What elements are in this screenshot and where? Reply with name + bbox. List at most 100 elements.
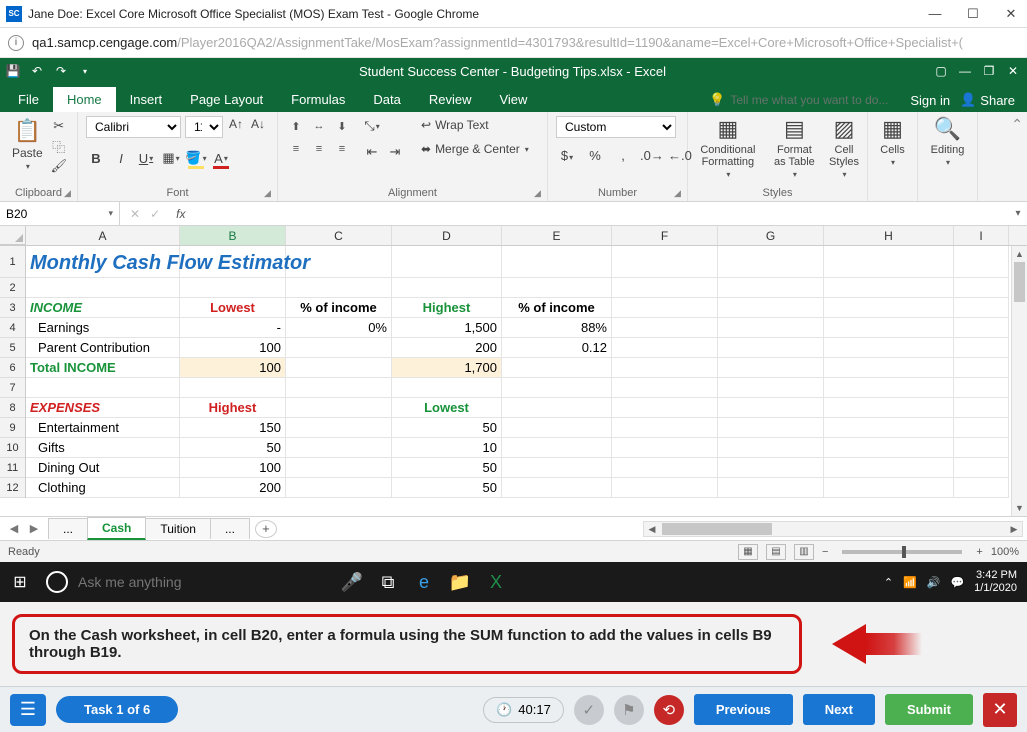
formula-input[interactable] [191, 202, 1009, 225]
orientation-button[interactable]: ⤡▾ [362, 116, 382, 136]
row-2[interactable] [26, 278, 1009, 298]
sheet-nav-next-icon[interactable]: ▶ [26, 522, 42, 535]
col-header-C[interactable]: C [286, 226, 392, 245]
tab-insert[interactable]: Insert [116, 87, 177, 112]
row-7[interactable] [26, 378, 1009, 398]
row-header-6[interactable]: 6 [0, 358, 25, 378]
excel-close[interactable]: ✕ [1005, 64, 1021, 78]
row-header-9[interactable]: 9 [0, 418, 25, 438]
select-all-corner[interactable] [0, 226, 26, 245]
clock[interactable]: 3:42 PM 1/1/2020 [974, 569, 1017, 595]
next-button[interactable]: Next [803, 694, 875, 725]
previous-button[interactable]: Previous [694, 694, 793, 725]
row-header-7[interactable]: 7 [0, 378, 25, 398]
row-header-12[interactable]: 12 [0, 478, 25, 498]
sheet-tab-cash[interactable]: Cash [87, 517, 146, 540]
cell-D4[interactable]: 1,500 [392, 318, 502, 338]
col-header-I[interactable]: I [954, 226, 1009, 245]
share-button[interactable]: 👤Share [960, 92, 1015, 108]
copy-icon[interactable]: ⿻ [51, 138, 67, 154]
cell-D6[interactable]: 1,700 [392, 358, 502, 378]
cell-A9[interactable]: Entertainment [26, 418, 180, 438]
row-header-11[interactable]: 11 [0, 458, 25, 478]
cell-D11[interactable]: 50 [392, 458, 502, 478]
vscroll-thumb[interactable] [1014, 262, 1025, 302]
mic-icon[interactable]: 🎤 [334, 572, 370, 593]
col-header-F[interactable]: F [612, 226, 718, 245]
row-header-2[interactable]: 2 [0, 278, 25, 298]
zoom-slider[interactable] [842, 550, 962, 554]
cell-D3[interactable]: Highest [392, 298, 502, 318]
row-9[interactable]: Entertainment 150 50 [26, 418, 1009, 438]
row-4[interactable]: Earnings - 0% 1,500 88% [26, 318, 1009, 338]
cell-A10[interactable]: Gifts [26, 438, 180, 458]
underline-button[interactable]: U▾ [136, 148, 156, 168]
col-header-B[interactable]: B [180, 226, 286, 245]
cell-A5[interactable]: Parent Contribution [26, 338, 180, 358]
align-right[interactable]: ≡ [332, 139, 352, 159]
enter-formula-icon[interactable]: ✓ [150, 207, 160, 221]
hscroll-left-icon[interactable]: ◀ [644, 522, 660, 536]
increase-decimal[interactable]: .0→ [640, 148, 662, 168]
sound-icon[interactable]: 🔊 [927, 576, 941, 589]
cell-A6[interactable]: Total INCOME [26, 358, 180, 378]
collapse-ribbon-icon[interactable]: ⌃ [1007, 112, 1027, 201]
row-12[interactable]: Clothing 200 50 [26, 478, 1009, 498]
excel-taskbar-icon[interactable]: X [478, 572, 514, 593]
cell-B12[interactable]: 200 [180, 478, 286, 498]
mark-complete-icon[interactable]: ✓ [574, 695, 604, 725]
row-1[interactable]: Monthly Cash Flow Estimator [26, 246, 1009, 278]
decrease-decimal[interactable]: ←.0 [668, 148, 690, 168]
tab-file[interactable]: File [4, 87, 53, 112]
cell-A12[interactable]: Clothing [26, 478, 180, 498]
reset-icon[interactable]: ⟲ [654, 695, 684, 725]
cell-E1[interactable] [502, 246, 612, 278]
horizontal-scrollbar[interactable]: ◀ ▶ [643, 521, 1023, 537]
col-header-A[interactable]: A [26, 226, 180, 245]
cell-D9[interactable]: 50 [392, 418, 502, 438]
excel-minimize[interactable]: — [957, 64, 973, 78]
fill-color-button[interactable]: 🪣▾ [186, 148, 206, 168]
cancel-formula-icon[interactable]: ✕ [130, 207, 140, 221]
cell-E6[interactable] [502, 358, 612, 378]
cell-B9[interactable]: 150 [180, 418, 286, 438]
cell-E4[interactable]: 88% [502, 318, 612, 338]
sheet-tab-ellipsis-2[interactable]: ... [210, 518, 250, 539]
tell-me-input[interactable] [730, 93, 900, 107]
tab-data[interactable]: Data [359, 87, 414, 112]
normal-view-icon[interactable]: ▦ [738, 544, 758, 560]
url-bar[interactable]: i qa1.samcp.cengage.com/Player2016QA2/As… [0, 28, 1027, 58]
cell-C5[interactable] [286, 338, 392, 358]
tell-me-search[interactable]: 💡 [709, 92, 900, 108]
italic-button[interactable]: I [111, 148, 131, 168]
cell-D8[interactable]: Lowest [392, 398, 502, 418]
align-top[interactable]: ⬆ [286, 116, 306, 136]
cell-A1[interactable]: Monthly Cash Flow Estimator [26, 246, 180, 278]
tray-chevron-icon[interactable]: ⌃ [884, 576, 893, 589]
cortana-icon[interactable] [46, 571, 68, 593]
font-size-select[interactable]: 11 [185, 116, 223, 138]
cell-A3[interactable]: INCOME [26, 298, 180, 318]
row-header-4[interactable]: 4 [0, 318, 25, 338]
editing-button[interactable]: 🔍Editing▾ [931, 116, 965, 167]
page-break-view-icon[interactable]: ▥ [794, 544, 814, 560]
wrap-text-button[interactable]: ↩Wrap Text [417, 116, 533, 134]
worksheet-grid[interactable]: A B C D E F G H I 1 2 3 4 5 6 7 8 9 10 1… [0, 226, 1027, 516]
format-as-table-button[interactable]: ▤Format as Table▾ [772, 116, 817, 179]
cells-button[interactable]: ▦Cells▾ [880, 116, 904, 167]
cell-C3[interactable]: % of income [286, 298, 392, 318]
tab-view[interactable]: View [485, 87, 541, 112]
tab-review[interactable]: Review [415, 87, 486, 112]
undo-icon[interactable]: ↶ [30, 64, 44, 78]
cell-B3[interactable]: Lowest [180, 298, 286, 318]
cell-F1[interactable] [612, 246, 718, 278]
expand-formula-bar-icon[interactable]: ▾ [1009, 208, 1027, 219]
excel-maximize[interactable]: ❐ [981, 64, 997, 78]
cell-A11[interactable]: Dining Out [26, 458, 180, 478]
align-center[interactable]: ≡ [309, 139, 329, 159]
align-bottom[interactable]: ⬇ [332, 116, 352, 136]
menu-button[interactable]: ☰ [10, 694, 46, 726]
percent-format[interactable]: % [584, 148, 606, 168]
row-5[interactable]: Parent Contribution 100 200 0.12 [26, 338, 1009, 358]
tab-formulas[interactable]: Formulas [277, 87, 359, 112]
